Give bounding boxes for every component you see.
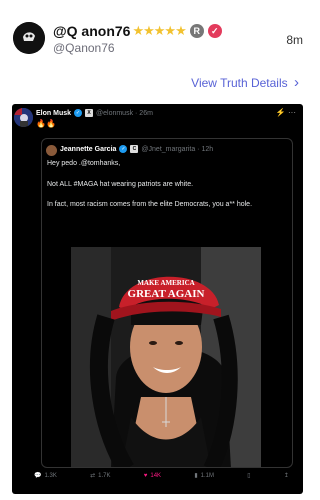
user-avatar[interactable] [13,22,45,54]
display-name[interactable]: @Q anon76 [53,23,130,39]
star-icons: ★★★★★ [132,23,186,38]
reply-stat[interactable]: 💬 1.3K [34,472,57,480]
x-author-name: Elon Musk [36,109,72,117]
views-stat[interactable]: ▮ 1.1M [194,472,214,480]
details-link-label: View Truth Details [191,76,288,90]
bookmark-icon[interactable]: ▯ [247,472,250,479]
views-count: 1.1M [200,472,214,479]
embedded-x-screenshot[interactable]: Elon Musk ✓ X @elonmusk · 26m 🔥🔥 ⚡ ··· J… [12,104,303,494]
chevron-right-icon: › [294,74,299,91]
quoted-text-line-3: In fact, most racism comes from the elit… [47,201,253,208]
quoted-post: Jeannette Garcia ✓ C @Jnet_margarita · 1… [41,138,293,468]
hat-text-line-2: GREAT AGAIN [128,288,205,300]
fire-emoji: 🔥🔥 [36,119,56,128]
quoted-text-line-2: Not ALL #MAGA hat wearing patriots are w… [47,181,194,188]
quoted-text-line-1: Hey pedo .@tomhanks, [47,160,121,167]
reply-count: 1.3K [44,472,57,479]
verified-icon: ✓ [207,24,222,38]
x-affiliation-badge: X [85,109,94,117]
quoted-photo: MAKE AMERICA GREAT AGAIN [71,247,261,467]
hat-text-line-1: MAKE AMERICA [137,279,194,287]
truth-post: @Q anon76 ★★★★★ R ✓ @Qanon76 8m View Tru… [0,0,315,500]
view-truth-details-link[interactable]: View Truth Details › [191,74,299,91]
quoted-author-handle: @Jnet_margarita · 12h [141,145,214,153]
share-icon[interactable]: ↥ [284,472,289,479]
views-icon: ▮ [194,473,198,479]
quoted-author-row: Jeannette Garcia ✓ C @Jnet_margarita · 1… [60,145,213,153]
like-stat[interactable]: ♥ 14K [144,472,161,479]
heart-icon: ♥ [143,472,148,479]
quoted-author-name: Jeannette Garcia [60,145,117,153]
x-verified-icon: ✓ [74,109,83,117]
repost-icon: ⇄ [90,473,96,479]
quoted-author-avatar [46,145,57,156]
post-time: 8m [286,33,303,47]
x-more-icons: ⚡ ··· [275,108,296,117]
display-name-row: @Q anon76 ★★★★★ R ✓ [53,23,222,39]
repost-stat[interactable]: ⇄ 1.7K [90,472,111,480]
user-handle[interactable]: @Qanon76 [53,41,115,55]
repost-count: 1.7K [98,472,111,479]
reply-icon: 💬 [34,473,42,479]
x-engagement-bar: 💬 1.3K ⇄ 1.7K ♥ 14K ▮ 1.1M ▯ ↥ [12,472,303,480]
like-count: 14K [150,472,162,479]
quoted-verified-icon: ✓ [119,145,128,153]
elon-avatar [14,108,33,127]
quoted-badge: C [130,145,139,153]
x-author-row: Elon Musk ✓ X @elonmusk · 26m [36,109,153,117]
x-author-handle: @elonmusk · 26m [96,109,153,117]
registered-icon: R [189,24,204,38]
